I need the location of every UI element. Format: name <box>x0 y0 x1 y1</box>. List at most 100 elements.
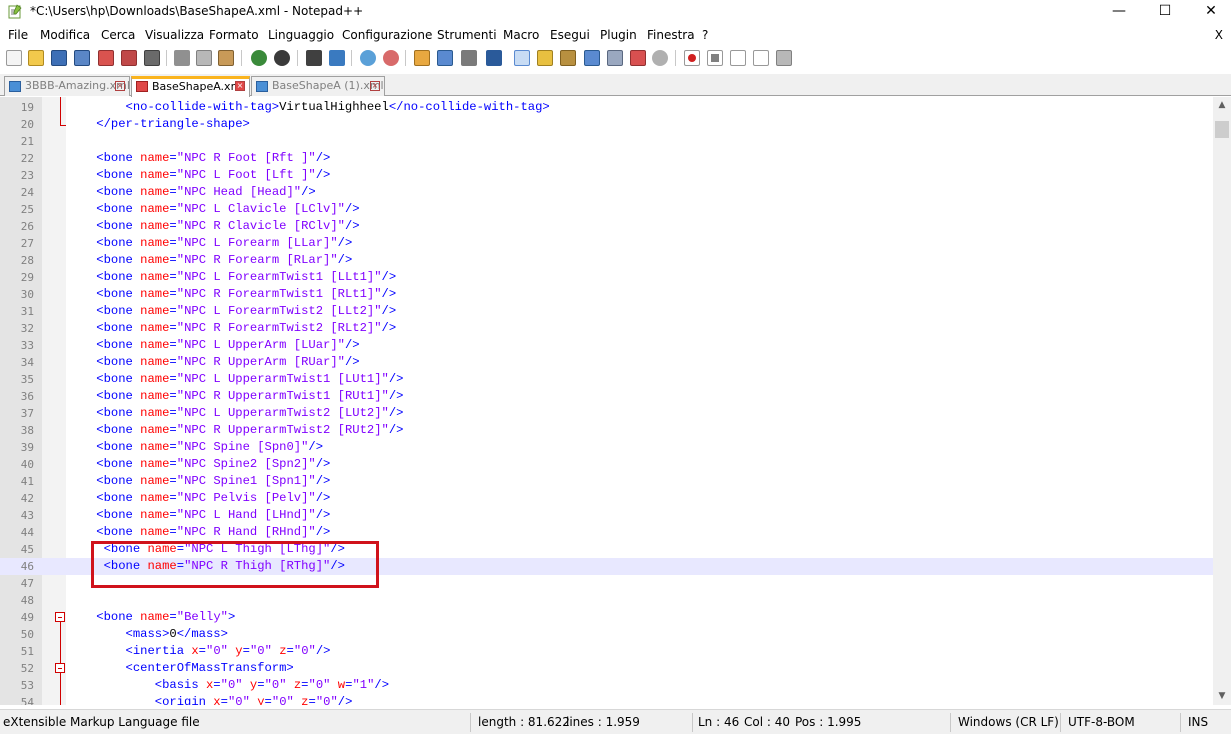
menu-plugin[interactable]: Plugin <box>600 28 637 42</box>
scrollbar-thumb[interactable] <box>1215 121 1229 138</box>
folder-workspace-icon[interactable] <box>607 50 623 66</box>
save-macro-icon[interactable] <box>776 50 792 66</box>
show-all-chars-icon[interactable] <box>486 50 502 66</box>
indent-guide-icon[interactable] <box>514 50 530 66</box>
menu-modifica[interactable]: Modifica <box>40 28 90 42</box>
code-line[interactable]: 42 <bone name="NPC Pelvis [Pelv]"/> <box>0 490 1213 507</box>
fold-toggle-icon[interactable] <box>55 663 65 673</box>
open-file-icon[interactable] <box>28 50 44 66</box>
fold-toggle-icon[interactable] <box>55 612 65 622</box>
word-wrap-icon[interactable] <box>461 50 477 66</box>
maximize-button[interactable]: ☐ <box>1142 0 1188 24</box>
code-line[interactable]: 37 <bone name="NPC L UpperarmTwist2 [LUt… <box>0 405 1213 422</box>
tab-3bbb-amazing[interactable]: 3BBB-Amazing.xml × <box>4 76 130 96</box>
menu-linguaggio[interactable]: Linguaggio <box>268 28 334 42</box>
zoom-in-icon[interactable] <box>360 50 376 66</box>
close-icon[interactable] <box>98 50 114 66</box>
menu-macro[interactable]: Macro <box>503 28 539 42</box>
code-line[interactable]: 52 <centerOfMassTransform> <box>0 660 1213 677</box>
code-line[interactable]: 29 <bone name="NPC L ForearmTwist1 [LLt1… <box>0 269 1213 286</box>
sync-vertical-icon[interactable] <box>414 50 430 66</box>
code-line[interactable]: 28 <bone name="NPC R Forearm [RLar]"/> <box>0 252 1213 269</box>
close-window-button[interactable]: ✕ <box>1188 0 1231 24</box>
stop-macro-icon[interactable] <box>707 50 723 66</box>
close-document-x[interactable]: X <box>1215 28 1223 42</box>
code-line[interactable]: 33 <bone name="NPC L UpperArm [LUar]"/> <box>0 337 1213 354</box>
find-icon[interactable] <box>306 50 322 66</box>
record-macro-icon[interactable] <box>684 50 700 66</box>
menu-help[interactable]: ? <box>702 28 708 42</box>
scroll-up-icon[interactable]: ▲ <box>1213 97 1231 114</box>
close-all-icon[interactable] <box>121 50 137 66</box>
code-line[interactable]: 50 <mass>0</mass> <box>0 626 1213 643</box>
code-line[interactable]: 40 <bone name="NPC Spine2 [Spn2]"/> <box>0 456 1213 473</box>
paste-icon[interactable] <box>218 50 234 66</box>
code-line[interactable]: 41 <bone name="NPC Spine1 [Spn1]"/> <box>0 473 1213 490</box>
run-macro-multiple-icon[interactable] <box>753 50 769 66</box>
code-line[interactable]: 49 <bone name="Belly"> <box>0 609 1213 626</box>
code-line[interactable]: 43 <bone name="NPC L Hand [LHnd]"/> <box>0 507 1213 524</box>
code-line[interactable]: 25 <bone name="NPC L Clavicle [LClv]"/> <box>0 201 1213 218</box>
code-line[interactable]: 22 <bone name="NPC R Foot [Rft ]"/> <box>0 150 1213 167</box>
code-line[interactable]: 36 <bone name="NPC R UpperarmTwist1 [RUt… <box>0 388 1213 405</box>
code-line[interactable]: 35 <bone name="NPC L UpperarmTwist1 [LUt… <box>0 371 1213 388</box>
new-file-icon[interactable] <box>6 50 22 66</box>
menu-file[interactable]: File <box>8 28 28 42</box>
sync-horizontal-icon[interactable] <box>437 50 453 66</box>
code-line[interactable]: 21 <box>0 133 1213 150</box>
function-list-icon[interactable] <box>584 50 600 66</box>
code-line[interactable]: 31 <bone name="NPC L ForearmTwist2 [LLt2… <box>0 303 1213 320</box>
menu-cerca[interactable]: Cerca <box>101 28 135 42</box>
code-line[interactable]: 54 <origin x="0" y="0" z="0"/> <box>0 694 1213 705</box>
doc-map-icon[interactable] <box>560 50 576 66</box>
code-line[interactable]: 48 <box>0 592 1213 609</box>
status-insert-mode[interactable]: INS <box>1188 715 1208 729</box>
code-line[interactable]: 51 <inertia x="0" y="0" z="0"/> <box>0 643 1213 660</box>
minimize-button[interactable]: — <box>1096 0 1142 24</box>
view-icon[interactable] <box>652 50 668 66</box>
replace-icon[interactable] <box>329 50 345 66</box>
code-line[interactable]: 20 </per-triangle-shape> <box>0 116 1213 133</box>
tab-close-icon[interactable]: × <box>370 81 380 91</box>
status-encoding[interactable]: UTF-8-BOM <box>1068 715 1135 729</box>
scroll-down-icon[interactable]: ▼ <box>1213 688 1231 705</box>
token-tag: = <box>257 678 265 692</box>
menu-esegui[interactable]: Esegui <box>550 28 590 42</box>
zoom-out-icon[interactable] <box>383 50 399 66</box>
cut-icon[interactable] <box>174 50 190 66</box>
tab-close-icon[interactable]: × <box>115 81 125 91</box>
code-line[interactable]: 44 <bone name="NPC R Hand [RHnd]"/> <box>0 524 1213 541</box>
tab-baseshapea[interactable]: BaseShapeA.xml × <box>131 76 250 97</box>
tab-close-icon[interactable]: × <box>235 81 245 91</box>
status-eol[interactable]: Windows (CR LF) <box>958 715 1059 729</box>
tab-baseshapea-1[interactable]: BaseShapeA (1).xml × <box>251 76 385 96</box>
play-macro-icon[interactable] <box>730 50 746 66</box>
code-line[interactable]: 38 <bone name="NPC R UpperarmTwist2 [RUt… <box>0 422 1213 439</box>
code-line[interactable]: 32 <bone name="NPC R ForearmTwist2 [RLt2… <box>0 320 1213 337</box>
menu-visualizza[interactable]: Visualizza <box>145 28 204 42</box>
undo-icon[interactable] <box>251 50 267 66</box>
udl-icon[interactable] <box>537 50 553 66</box>
code-line[interactable]: 27 <bone name="NPC L Forearm [LLar]"/> <box>0 235 1213 252</box>
menu-finestra[interactable]: Finestra <box>647 28 695 42</box>
code-line[interactable]: 34 <bone name="NPC R UpperArm [RUar]"/> <box>0 354 1213 371</box>
copy-icon[interactable] <box>196 50 212 66</box>
code-line[interactable]: 26 <bone name="NPC R Clavicle [RClv]"/> <box>0 218 1213 235</box>
vertical-scrollbar[interactable]: ▲ ▼ <box>1213 97 1231 705</box>
redo-icon[interactable] <box>274 50 290 66</box>
code-line[interactable]: 30 <bone name="NPC R ForearmTwist1 [RLt1… <box>0 286 1213 303</box>
status-pos: Pos : 1.995 <box>795 715 862 729</box>
save-all-icon[interactable] <box>74 50 90 66</box>
menu-formato[interactable]: Formato <box>209 28 259 42</box>
menu-strumenti[interactable]: Strumenti <box>437 28 497 42</box>
code-line[interactable]: 19 <no-collide-with-tag>VirtualHighheel<… <box>0 99 1213 116</box>
code-line[interactable]: 24 <bone name="NPC Head [Head]"/> <box>0 184 1213 201</box>
print-icon[interactable] <box>144 50 160 66</box>
code-line[interactable]: 39 <bone name="NPC Spine [Spn0]"/> <box>0 439 1213 456</box>
menu-configurazione[interactable]: Configurazione <box>342 28 432 42</box>
code-line[interactable]: 23 <bone name="NPC L Foot [Lft ]"/> <box>0 167 1213 184</box>
code-editor[interactable]: 19 <no-collide-with-tag>VirtualHighheel<… <box>0 97 1213 705</box>
monitoring-icon[interactable] <box>630 50 646 66</box>
code-line[interactable]: 53 <basis x="0" y="0" z="0" w="1"/> <box>0 677 1213 694</box>
save-icon[interactable] <box>51 50 67 66</box>
